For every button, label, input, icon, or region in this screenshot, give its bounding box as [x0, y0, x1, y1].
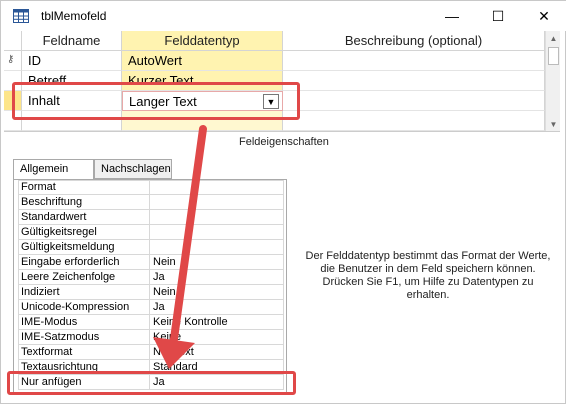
table-design-window: tblMemofeld — ☐ ✕ Feldname Felddatentyp … — [0, 0, 566, 404]
column-header-description[interactable]: Beschreibung (optional) — [283, 31, 545, 51]
property-row[interactable]: Gültigkeitsregel — [18, 225, 284, 240]
property-label: Indiziert — [18, 285, 150, 300]
scroll-up-icon[interactable]: ▲ — [546, 31, 561, 45]
divider — [4, 131, 560, 132]
section-title: Feldeigenschaften — [239, 136, 329, 148]
close-icon: ✕ — [538, 7, 550, 24]
property-value[interactable]: Nein — [150, 285, 284, 300]
property-value[interactable]: Keine — [150, 330, 284, 345]
field-name-cell[interactable]: ID — [22, 51, 122, 71]
window-title: tblMemofeld — [41, 9, 107, 23]
column-header-field-name[interactable]: Feldname — [22, 31, 122, 51]
property-label: IME-Modus — [18, 315, 150, 330]
highlight-box-append-only — [7, 371, 296, 395]
property-row[interactable]: Format — [18, 180, 284, 195]
scroll-down-icon[interactable]: ▼ — [546, 117, 561, 131]
property-value[interactable]: Nur Text — [150, 345, 284, 360]
property-label: Eingabe erforderlich — [18, 255, 150, 270]
property-row[interactable]: Eingabe erforderlich Nein — [18, 255, 284, 270]
property-row[interactable]: Gültigkeitsmeldung — [18, 240, 284, 255]
description-cell[interactable] — [283, 111, 545, 131]
minimize-button[interactable]: — — [429, 1, 475, 31]
property-value[interactable]: Keine Kontrolle — [150, 315, 284, 330]
property-row[interactable]: IME-Modus Keine Kontrolle — [18, 315, 284, 330]
property-row[interactable]: Textformat Nur Text — [18, 345, 284, 360]
description-cell[interactable] — [283, 51, 545, 71]
key-icon: ⚷ — [7, 54, 15, 65]
property-value[interactable]: Ja — [150, 300, 284, 315]
description-cell[interactable] — [283, 91, 545, 111]
property-label: Gültigkeitsmeldung — [18, 240, 150, 255]
property-value[interactable] — [150, 180, 284, 195]
data-type-cell[interactable]: AutoWert — [122, 51, 283, 71]
maximize-button[interactable]: ☐ — [475, 1, 521, 31]
title-bar[interactable]: tblMemofeld — ☐ ✕ — [1, 1, 566, 31]
grid-scrollbar[interactable]: ▲ ▼ — [545, 31, 560, 131]
property-row[interactable]: IME-Satzmodus Keine — [18, 330, 284, 345]
field-row[interactable]: ⚷ ID AutoWert — [4, 51, 545, 71]
property-label: Standardwert — [18, 210, 150, 225]
help-text: Der Felddatentyp bestimmt das Format der… — [305, 250, 551, 301]
property-row[interactable]: Leere Zeichenfolge Ja — [18, 270, 284, 285]
highlight-box-data-type — [12, 82, 300, 120]
maximize-icon: ☐ — [491, 7, 505, 24]
property-sheet: Format Beschriftung Standardwert Gültigk… — [13, 179, 287, 395]
property-value[interactable] — [150, 210, 284, 225]
row-selector[interactable]: ⚷ — [4, 51, 22, 71]
table-icon — [13, 9, 29, 23]
close-button[interactable]: ✕ — [521, 1, 566, 31]
property-value[interactable] — [150, 225, 284, 240]
property-row[interactable]: Beschriftung — [18, 195, 284, 210]
property-label: IME-Satzmodus — [18, 330, 150, 345]
tab-lookup[interactable]: Nachschlagen — [94, 159, 172, 179]
property-label: Beschriftung — [18, 195, 150, 210]
property-value[interactable] — [150, 240, 284, 255]
property-label: Textformat — [18, 345, 150, 360]
row-selector-header[interactable] — [4, 31, 22, 51]
property-label: Leere Zeichenfolge — [18, 270, 150, 285]
property-row[interactable]: Standardwert — [18, 210, 284, 225]
property-label: Gültigkeitsregel — [18, 225, 150, 240]
column-header-data-type[interactable]: Felddatentyp — [122, 31, 283, 51]
property-label: Unicode-Kompression — [18, 300, 150, 315]
scrollbar-thumb[interactable] — [548, 47, 559, 65]
property-value[interactable]: Nein — [150, 255, 284, 270]
property-row[interactable]: Unicode-Kompression Ja — [18, 300, 284, 315]
property-value[interactable]: Ja — [150, 270, 284, 285]
property-value[interactable] — [150, 195, 284, 210]
property-row[interactable]: Indiziert Nein — [18, 285, 284, 300]
description-cell[interactable] — [283, 71, 545, 91]
property-label: Format — [18, 180, 150, 195]
minimize-icon: — — [445, 8, 459, 24]
tab-general[interactable]: Allgemein — [13, 159, 94, 180]
